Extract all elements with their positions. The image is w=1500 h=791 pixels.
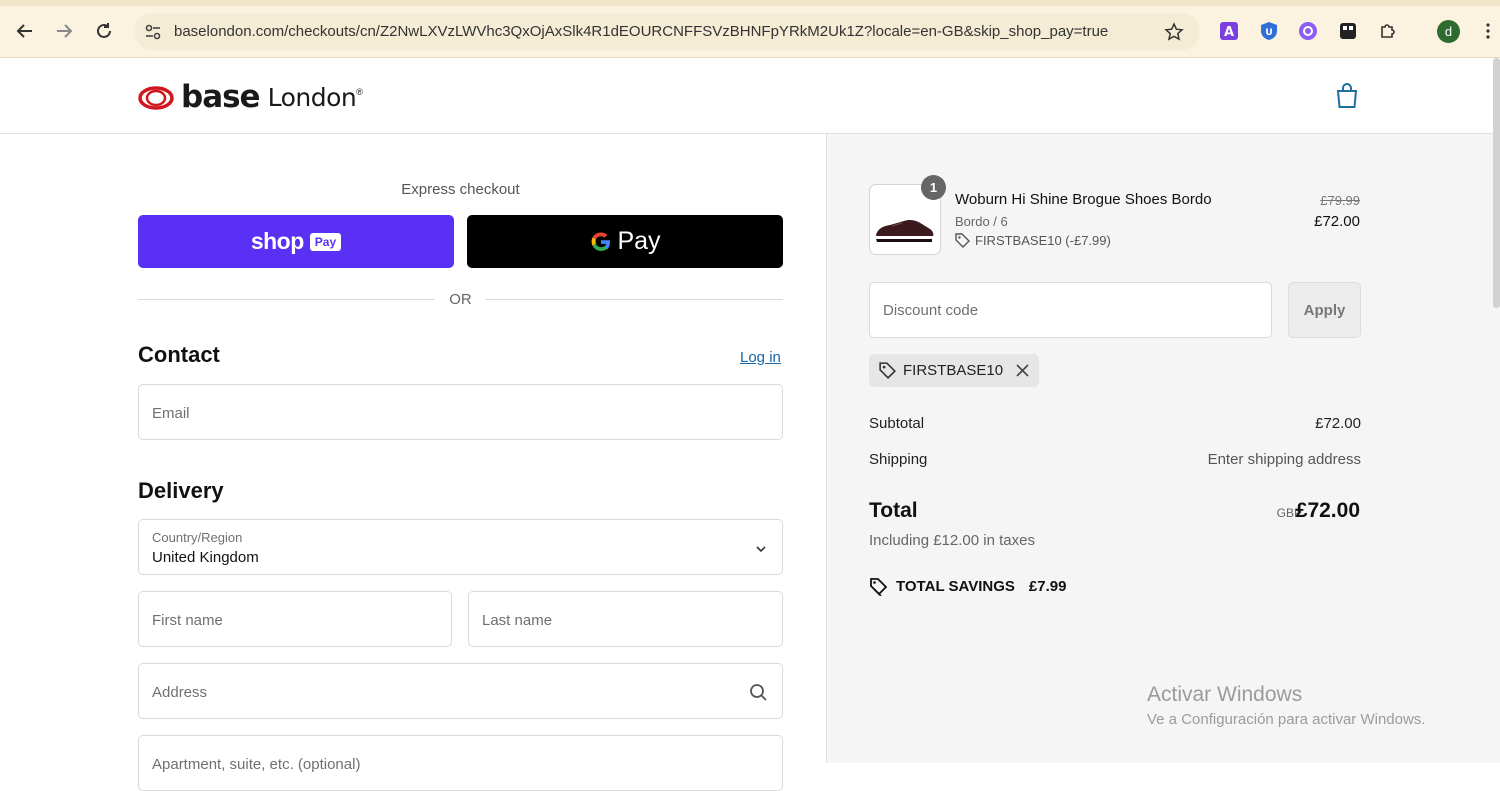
profile-avatar[interactable]: d [1437, 20, 1460, 43]
site-settings-icon[interactable] [144, 23, 162, 41]
divider-line-right [485, 299, 783, 300]
logo-base-text: base [181, 79, 261, 115]
svg-text:A: A [1224, 25, 1234, 40]
tag-icon [879, 362, 896, 379]
address-field[interactable]: Address [138, 663, 783, 719]
brand-logo[interactable]: base London ® [137, 82, 363, 113]
google-g-icon [592, 231, 611, 251]
total-label: Total [869, 499, 918, 522]
first-name-field[interactable]: First name [138, 591, 452, 647]
product-discount-text: FIRSTBASE10 (-£7.99) [975, 233, 1111, 248]
taxes-note: Including £12.00 in taxes [869, 532, 1035, 549]
checkout-form: Express checkout shop Pay Pay OR Contact… [0, 134, 826, 791]
tab-strip [0, 0, 1500, 6]
shipping-label: Shipping [869, 451, 928, 468]
vpn-extension[interactable] [1298, 21, 1318, 41]
shop-pay-wordmark: shop [250, 228, 304, 254]
total-value: £72.00 [1295, 499, 1360, 522]
order-summary: 1 Woburn Hi Shine Brogue Shoes Bordo Bor… [826, 134, 1500, 763]
log-in-link[interactable]: Log in [740, 349, 781, 366]
contact-title: Contact [138, 342, 220, 367]
savings-label: TOTAL SAVINGS [896, 578, 1015, 595]
last-name-field[interactable]: Last name [468, 591, 783, 647]
subtotal-value: £72.00 [1315, 415, 1361, 432]
tracker-extension[interactable] [1338, 21, 1358, 41]
logo-london-text: London [267, 83, 357, 112]
google-pay-button[interactable]: Pay [467, 215, 783, 268]
url-text[interactable]: baselondon.com/checkouts/cn/Z2NwLXVzLWVh… [174, 23, 1108, 40]
reload-icon [97, 23, 111, 38]
first-name-placeholder: First name [152, 612, 223, 629]
back-arrow-icon [16, 24, 32, 38]
savings-tag-icon [870, 578, 888, 596]
watermark-line2: Ve a Configuración para activar Windows. [1147, 711, 1426, 728]
applied-code-text: FIRSTBASE10 [903, 362, 1004, 379]
or-divider: OR [138, 290, 783, 310]
forward-arrow-icon [57, 24, 73, 38]
country-select[interactable]: Country/Region United Kingdom [138, 519, 783, 575]
country-label: Country/Region [152, 530, 243, 545]
translate-icon: A [1220, 22, 1238, 40]
shop-pay-button[interactable]: shop Pay [138, 215, 454, 268]
quantity-badge: 1 [921, 175, 946, 200]
delivery-title: Delivery [138, 478, 224, 503]
discounted-price: £72.00 [1314, 213, 1360, 230]
country-value: United Kingdom [152, 549, 259, 566]
shop-pay-badge: Pay [309, 232, 342, 251]
puzzle-icon [1381, 24, 1395, 38]
back-button[interactable] [13, 19, 37, 43]
product-discount: FIRSTBASE10 (-£7.99) [955, 233, 1111, 248]
shipping-value: Enter shipping address [1207, 451, 1361, 468]
express-checkout-label: Express checkout [401, 181, 520, 198]
apartment-placeholder: Apartment, suite, etc. (optional) [152, 756, 361, 773]
windows-activation-watermark: Activar Windows Ve a Configuración para … [1147, 683, 1425, 728]
apartment-field[interactable]: Apartment, suite, etc. (optional) [138, 735, 783, 791]
savings-value: £7.99 [1028, 578, 1067, 595]
extensions-button[interactable] [1378, 21, 1398, 41]
product-name: Woburn Hi Shine Brogue Shoes Bordo [955, 191, 1212, 208]
discount-placeholder: Discount code [883, 302, 979, 319]
vpn-icon [1299, 22, 1317, 40]
watermark-line1: Activar Windows [1147, 683, 1303, 706]
discount-code-input[interactable]: Discount code [869, 282, 1272, 338]
total-savings: TOTAL SAVINGS £7.99 [869, 577, 1066, 596]
address-placeholder: Address [152, 684, 208, 701]
original-price: £79.99 [1320, 193, 1360, 208]
address-bar[interactable]: baselondon.com/checkouts/cn/Z2NwLXVzLWVh… [134, 13, 1200, 50]
cart-bag-icon[interactable] [1334, 82, 1360, 110]
tag-icon [955, 233, 970, 248]
product-variant: Bordo / 6 [955, 214, 1008, 229]
browser-menu-button[interactable] [1478, 21, 1498, 41]
last-name-placeholder: Last name [482, 612, 553, 629]
subtotal-label: Subtotal [869, 415, 925, 432]
shipping-row: Shipping Enter shipping address [869, 451, 1361, 468]
remove-discount-icon[interactable] [1016, 364, 1029, 377]
subtotal-row: Subtotal £72.00 [869, 415, 1361, 432]
kebab-menu-icon [1486, 23, 1490, 39]
logo-registered-mark: ® [356, 86, 363, 97]
applied-discount-chip: FIRSTBASE10 [869, 354, 1040, 387]
page-scrollbar[interactable] [1493, 58, 1500, 308]
apply-button[interactable]: Apply [1288, 282, 1361, 338]
browser-toolbar: baselondon.com/checkouts/cn/Z2NwLXVzLWVh… [0, 0, 1500, 58]
search-icon [750, 684, 767, 701]
chevron-down-icon [756, 546, 766, 553]
tracker-icon [1340, 23, 1356, 39]
email-field[interactable]: Email [138, 384, 783, 440]
shield-icon: U [1261, 22, 1277, 40]
reload-button[interactable] [92, 19, 116, 43]
google-pay-text: Pay [617, 227, 661, 255]
svg-text:U: U [1265, 28, 1272, 38]
email-placeholder: Email [152, 405, 190, 422]
site-header: base London ® [0, 58, 1500, 134]
bookmark-star-icon[interactable] [1164, 22, 1184, 42]
shield-extension[interactable]: U [1259, 21, 1279, 41]
forward-button[interactable] [52, 19, 76, 43]
logo-ring-icon [138, 85, 174, 110]
translate-extension[interactable]: A [1219, 21, 1239, 41]
